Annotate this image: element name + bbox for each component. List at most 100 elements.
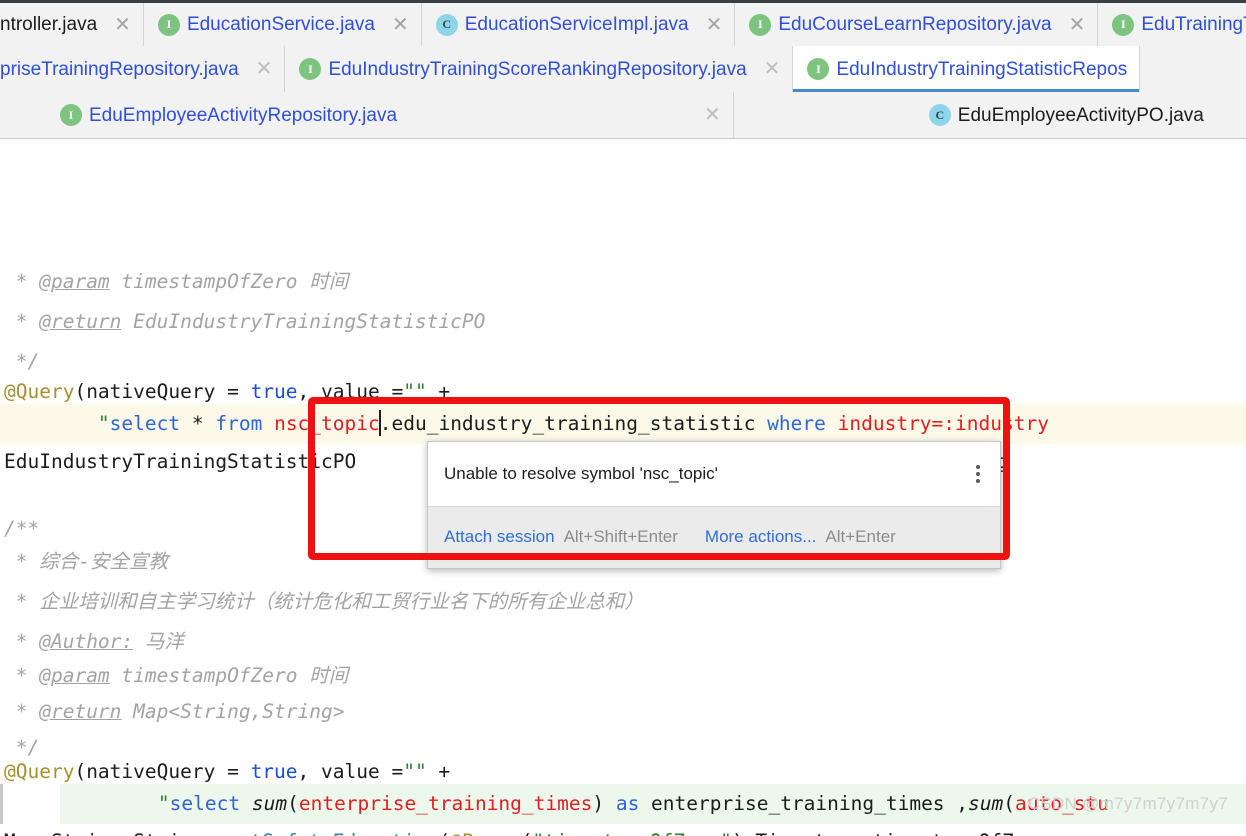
sql-column-ref: enterprise_training_times — [298, 792, 593, 815]
comment-star: * — [4, 630, 40, 653]
tab-edu-employee-activity-po-java[interactable]: C EduEmployeeActivityPO.java — [733, 92, 1216, 138]
inspection-popup[interactable]: Unable to resolve symbol 'nsc_topic' Att… — [427, 441, 1001, 569]
close-icon[interactable]: ✕ — [392, 15, 409, 35]
unresolved-symbol[interactable]: nsc_topic — [274, 412, 380, 435]
tab-label: EduIndustryTrainingStatisticRepos — [836, 58, 1128, 80]
tab-label: EducationService.java — [186, 14, 375, 35]
comment-star: * — [4, 700, 40, 723]
change-gutter-marker — [0, 784, 3, 824]
tab-edu-course-learn-repository-java[interactable]: I EduCourseLearnRepository.java ✕ — [735, 3, 1099, 46]
sql-keyword-from: from — [215, 412, 263, 435]
method-name[interactable]: getSafetyEducation — [227, 830, 438, 836]
close-icon[interactable]: ✕ — [1069, 15, 1086, 35]
code-editor[interactable]: * @param timestampOfZero 时间 * @return Ed… — [0, 139, 1246, 836]
close-icon[interactable]: ✕ — [764, 59, 781, 79]
annotation-query: @Query — [4, 760, 75, 783]
tab-edu-employee-activity-repository-java[interactable]: I EduEmployeeActivityRepository.java ✕ — [0, 92, 734, 138]
paren: ( — [1003, 792, 1016, 815]
tab-label: EduCourseLearnRepository.java — [778, 14, 1052, 35]
tab-label: EduTrainingTypeRe — [1141, 14, 1246, 35]
code-line: * @return EduIndustryTrainingStatisticPO — [0, 302, 1246, 342]
comment-text-cjk: 马洋 — [133, 630, 184, 653]
paren: ) — [592, 792, 616, 815]
keyword-true: true — [250, 760, 298, 783]
string-literal: "" — [403, 380, 427, 403]
tab-row-1: ntroller.java ✕ I EducationService.java … — [0, 0, 1246, 46]
param-decl: Timestamp timestampOfZero — [755, 830, 1049, 836]
tab-label: EduIndustryTrainingScoreRankingRepositor… — [328, 58, 747, 80]
popup-action-row: Attach session Alt+Shift+Enter More acti… — [428, 506, 1000, 568]
sql-keyword-as: as — [615, 792, 640, 815]
javadoc-tag: @param — [39, 664, 110, 687]
string-quote: " — [157, 792, 170, 815]
code-text: + — [426, 380, 451, 403]
annotation-query: @Query — [4, 380, 75, 403]
tab-controller-java[interactable]: ntroller.java ✕ — [0, 3, 144, 46]
more-actions-button[interactable]: More actions... — [705, 517, 817, 557]
comment-text-cjk: 时间 — [309, 270, 349, 293]
class-icon: C — [928, 104, 951, 126]
tab-enterprise-training-repository-java[interactable]: priseTrainingRepository.java ✕ — [0, 46, 286, 92]
attach-session-shortcut: Alt+Shift+Enter — [563, 527, 678, 546]
comment-star: * — [4, 590, 40, 613]
string-literal: "timestampOfZero" — [532, 830, 732, 836]
code-text: , value = — [297, 380, 404, 403]
comment-text: Map<String,String> — [121, 700, 345, 723]
annotation-param: @Param — [450, 830, 520, 836]
paren: ( — [521, 830, 533, 836]
javadoc-tag: @param — [39, 270, 110, 293]
interface-icon: I — [807, 58, 830, 80]
code-line: * @param timestampOfZero 时间 — [0, 656, 1246, 696]
keyword-true: true — [250, 380, 298, 403]
tab-edu-training-type-repository-java[interactable]: I EduTrainingTypeRe — [1098, 3, 1246, 46]
code-line: Map<String,String> getSafetyEducation(@P… — [0, 822, 1246, 836]
class-icon: C — [435, 13, 458, 36]
sql-keyword-select: select — [169, 792, 252, 815]
attach-session-button[interactable]: Attach session — [444, 517, 555, 557]
editor-tab-bar: ntroller.java ✕ I EducationService.java … — [0, 0, 1246, 139]
comment-text: timestampOfZero — [109, 664, 310, 687]
code-text: , value = — [297, 760, 404, 783]
close-icon[interactable]: ✕ — [706, 15, 723, 35]
code-line: * @return Map<String,String> — [0, 692, 1246, 732]
tab-label: EduEmployeeActivityRepository.java — [89, 104, 398, 126]
interface-icon: I — [299, 58, 322, 80]
tab-label: ntroller.java — [0, 14, 98, 35]
sql-star: * — [180, 412, 216, 435]
javadoc-tag: @Author: — [39, 630, 134, 653]
close-icon[interactable]: ✕ — [704, 105, 721, 125]
comment-text: EduIndustryTrainingStatisticPO — [121, 310, 486, 333]
tab-education-service-java[interactable]: I EducationService.java ✕ — [143, 3, 422, 46]
comment-text: timestampOfZero — [109, 270, 310, 293]
code-line: * @param timestampOfZero 时间 — [0, 262, 1246, 302]
sql-table-ref: .edu_industry_training_statistic — [379, 412, 768, 435]
comment-star: * — [4, 270, 40, 293]
popup-message-row: Unable to resolve symbol 'nsc_topic' — [428, 442, 1000, 506]
comment-text-cjk: 时间 — [309, 664, 349, 687]
tab-edu-industry-training-statistic-repository-java[interactable]: I EduIndustryTrainingStatisticRepos — [793, 46, 1141, 93]
sql-keyword-where: where — [767, 412, 826, 435]
tab-edu-industry-training-score-ranking-repository-java[interactable]: I EduIndustryTrainingScoreRankingReposit… — [285, 46, 794, 92]
comment-star: * — [4, 664, 40, 687]
tab-row-3: I EduEmployeeActivityRepository.java ✕ C… — [0, 92, 1246, 138]
paren: ) — [732, 830, 755, 836]
more-options-icon[interactable] — [970, 465, 986, 483]
close-icon[interactable]: ✕ — [256, 59, 273, 79]
paren: ( — [438, 830, 450, 836]
tab-education-service-impl-java[interactable]: C EducationServiceImpl.java ✕ — [421, 3, 736, 46]
comment-end: */ — [4, 350, 40, 373]
code-text: (nativeQuery = — [74, 380, 251, 403]
interface-icon: I — [749, 13, 772, 36]
string-literal: "" — [403, 760, 427, 783]
close-icon[interactable]: ✕ — [114, 15, 131, 35]
tab-row-2: priseTrainingRepository.java ✕ I EduIndu… — [0, 46, 1246, 93]
watermark: CSDN @m7y7m7y7m7y7 — [1027, 794, 1228, 813]
sql-func-sum: sum — [968, 792, 1004, 815]
code-line-active: "select * from nsc_topic.edu_industry_tr… — [0, 404, 1246, 444]
sql-column-ref: industry=:industry — [837, 412, 1049, 435]
interface-icon: I — [60, 104, 82, 126]
